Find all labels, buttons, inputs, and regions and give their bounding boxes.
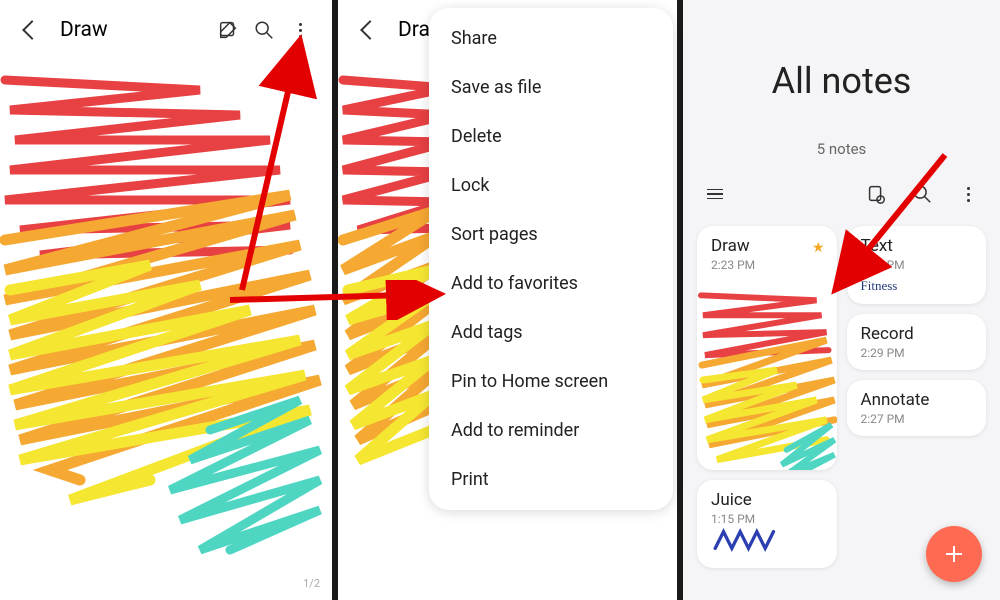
overflow-menu: Share Save as file Delete Lock Sort page… bbox=[429, 8, 673, 510]
notes-header: All notes 5 notes bbox=[683, 0, 1000, 168]
card-time: 2:27 PM bbox=[861, 412, 973, 426]
card-title: Draw bbox=[711, 236, 823, 256]
page-title: All notes bbox=[683, 60, 1000, 102]
annotation-arrow bbox=[230, 20, 330, 300]
back-button[interactable] bbox=[14, 12, 50, 48]
menu-add-tags[interactable]: Add tags bbox=[429, 308, 673, 357]
note-title: Draw bbox=[60, 18, 108, 42]
card-title: Annotate bbox=[861, 390, 973, 410]
page-indicator: 1/2 bbox=[303, 577, 320, 590]
menu-print[interactable]: Print bbox=[429, 455, 673, 504]
menu-lock[interactable]: Lock bbox=[429, 161, 673, 210]
menu-share[interactable]: Share bbox=[429, 14, 673, 63]
annotation-arrow bbox=[820, 150, 960, 310]
menu-add-to-reminder[interactable]: Add to reminder bbox=[429, 406, 673, 455]
menu-delete[interactable]: Delete bbox=[429, 112, 673, 161]
hamburger-icon[interactable] bbox=[697, 176, 733, 212]
menu-sort-pages[interactable]: Sort pages bbox=[429, 210, 673, 259]
fab-new-note[interactable] bbox=[926, 526, 982, 582]
card-time: 1:15 PM bbox=[711, 512, 823, 526]
menu-add-to-favorites[interactable]: Add to favorites bbox=[429, 259, 673, 308]
card-time: 2:23 PM bbox=[711, 258, 823, 272]
annotation-arrow bbox=[225, 280, 455, 320]
menu-save-as-file[interactable]: Save as file bbox=[429, 63, 673, 112]
card-title: Juice bbox=[711, 490, 823, 510]
card-title: Record bbox=[861, 324, 973, 344]
note-card-record[interactable]: Record 2:29 PM bbox=[847, 314, 987, 370]
separator bbox=[677, 0, 683, 600]
note-card-juice[interactable]: Juice 1:15 PM bbox=[697, 480, 837, 568]
note-card-draw[interactable]: Draw 2:23 PM ★ bbox=[697, 226, 837, 470]
card-thumbnail bbox=[697, 280, 837, 470]
menu-pin-to-home[interactable]: Pin to Home screen bbox=[429, 357, 673, 406]
squiggle-icon bbox=[711, 526, 811, 554]
card-time: 2:29 PM bbox=[861, 346, 973, 360]
note-card-annotate[interactable]: Annotate 2:27 PM bbox=[847, 380, 987, 436]
back-button[interactable] bbox=[352, 12, 388, 48]
